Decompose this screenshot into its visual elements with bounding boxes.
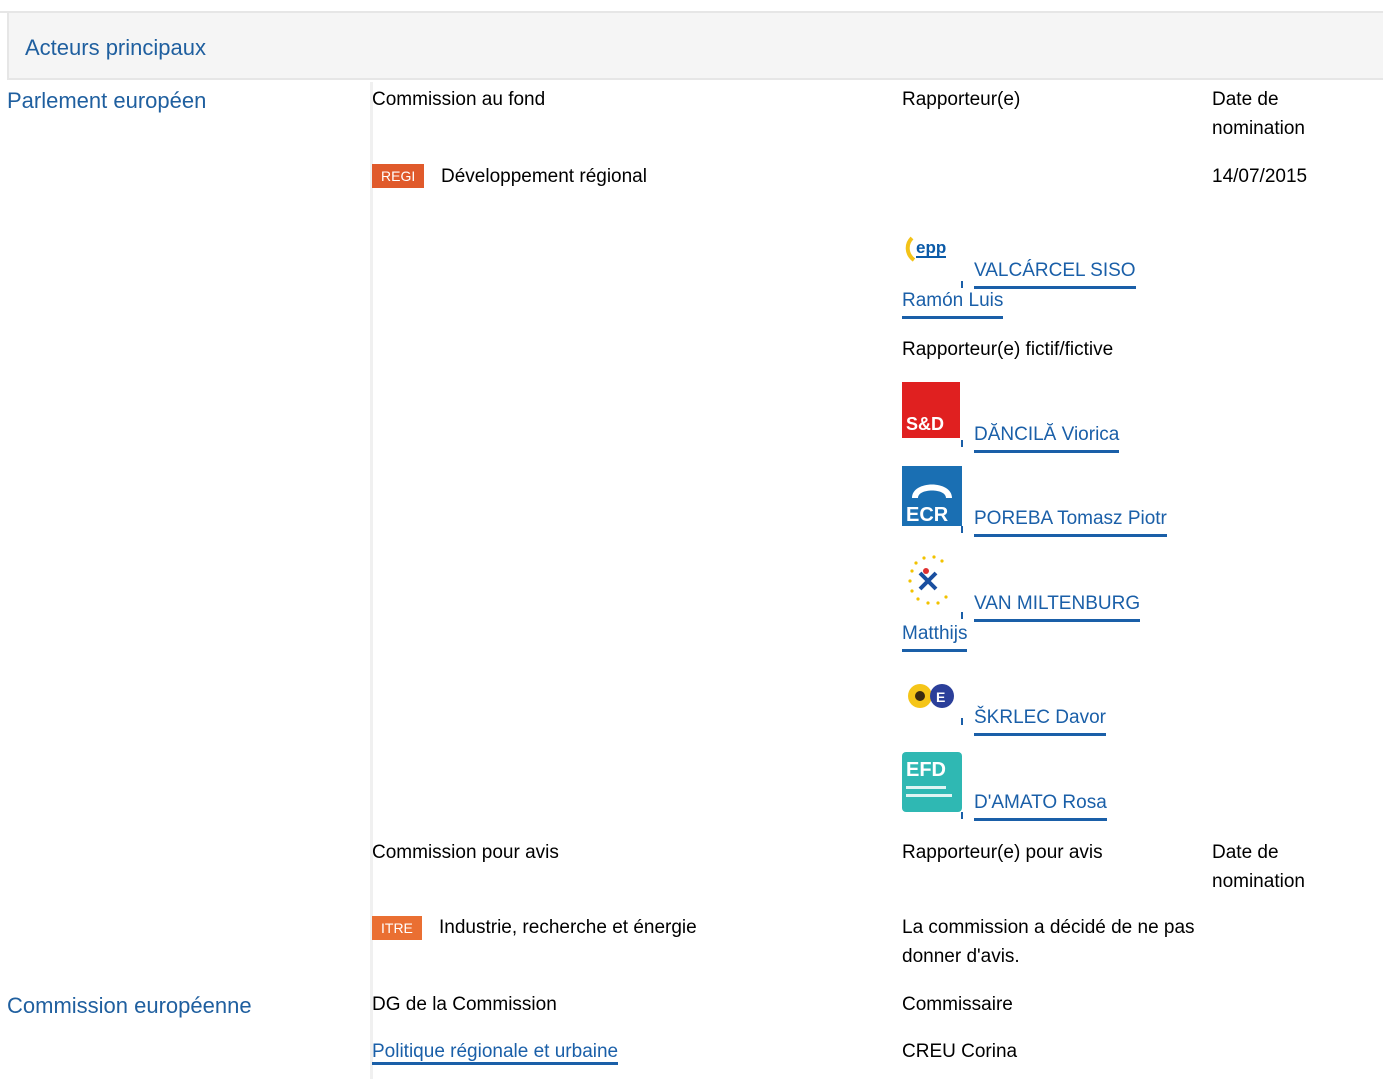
shadow-link[interactable]: DĂNCILĂ Viorica [974,420,1120,453]
shadow-entry: S&D DĂNCILĂ Viorica [902,382,1202,453]
efd-logo-icon: EFD [902,752,962,812]
committee-name-regi: Développement régional [441,166,647,187]
svg-text:epp: epp [916,238,946,257]
rapporteur-entry: epp VALCÁRCEL SISO Ramón Luis [902,220,1202,320]
greens-efa-logo-icon: E [902,676,962,716]
svg-text:EFD: EFD [906,759,946,781]
actor-column [0,82,370,1079]
header-dg: DG de la Commission [372,994,557,1015]
epp-logo-icon: epp [902,220,962,280]
shadow-link-line2[interactable]: Matthijs [902,619,968,652]
header-opinion-committee: Commission pour avis [372,842,559,863]
actor-parliament: Parlement européen [7,88,207,113]
header-rapporteur: Rapporteur(e) [902,89,1021,110]
header-nomination-date: Date de nomination [1212,89,1305,139]
header-opinion-date: Date de nomination [1212,842,1305,892]
logo-tick [961,812,963,819]
committee-name-itre: Industrie, recherche et énergie [439,917,697,938]
rapporteur-link-line2[interactable]: Ramón Luis [902,286,1004,319]
shadow-rapporteur-label: Rapporteur(e) fictif/fictive [902,339,1114,360]
committee-badge-itre: ITRE [372,916,422,940]
section-title: Acteurs principaux [25,35,206,60]
header-commissioner: Commissaire [902,994,1013,1015]
shadow-entry: VAN MILTENBURG Matthijs [902,551,1202,652]
procedure-page: Acteurs principaux Parlement européen Co… [0,0,1383,1079]
shadow-entry: EFD D'AMATO Rosa [902,752,1202,822]
header-lead-committee: Commission au fond [372,89,546,110]
dg-link[interactable]: Politique régionale et urbaine [372,1041,619,1065]
committee-badge-regi: REGI [372,164,425,188]
section-header: Acteurs principaux [7,13,1383,80]
actor-commission: Commission européenne [7,993,252,1018]
alde-logo-icon [902,551,962,611]
nomination-date: 14/07/2015 [1212,166,1308,187]
opinion-decision: La commission a décidé de ne pas donner … [902,917,1195,967]
logo-tick [961,526,963,533]
shadow-link[interactable]: D'AMATO Rosa [974,788,1107,821]
shadow-entry: ECR POREBA Tomasz Piotr [902,466,1222,537]
rapporteur-link-line1[interactable]: VALCÁRCEL SISO [974,256,1136,289]
logo-tick [961,718,963,725]
ecr-logo-icon: ECR [902,466,962,526]
svg-text:S&D: S&D [906,414,944,434]
sd-logo-icon: S&D [902,382,960,438]
logo-tick [961,612,963,619]
shadow-entry: E ŠKRLEC Davor [902,676,1202,746]
dg-entry: Politique régionale et urbaine [372,1037,619,1066]
header-opinion-rapporteur: Rapporteur(e) pour avis [902,842,1103,863]
shadow-link[interactable]: ŠKRLEC Davor [974,703,1106,736]
shadow-link-line1[interactable]: VAN MILTENBURG [974,589,1141,622]
logo-tick [961,440,963,447]
commissioner-name: CREU Corina [902,1041,1018,1062]
svg-text:E: E [936,689,945,705]
svg-text:ECR: ECR [906,504,949,526]
shadow-link[interactable]: POREBA Tomasz Piotr [974,504,1167,537]
